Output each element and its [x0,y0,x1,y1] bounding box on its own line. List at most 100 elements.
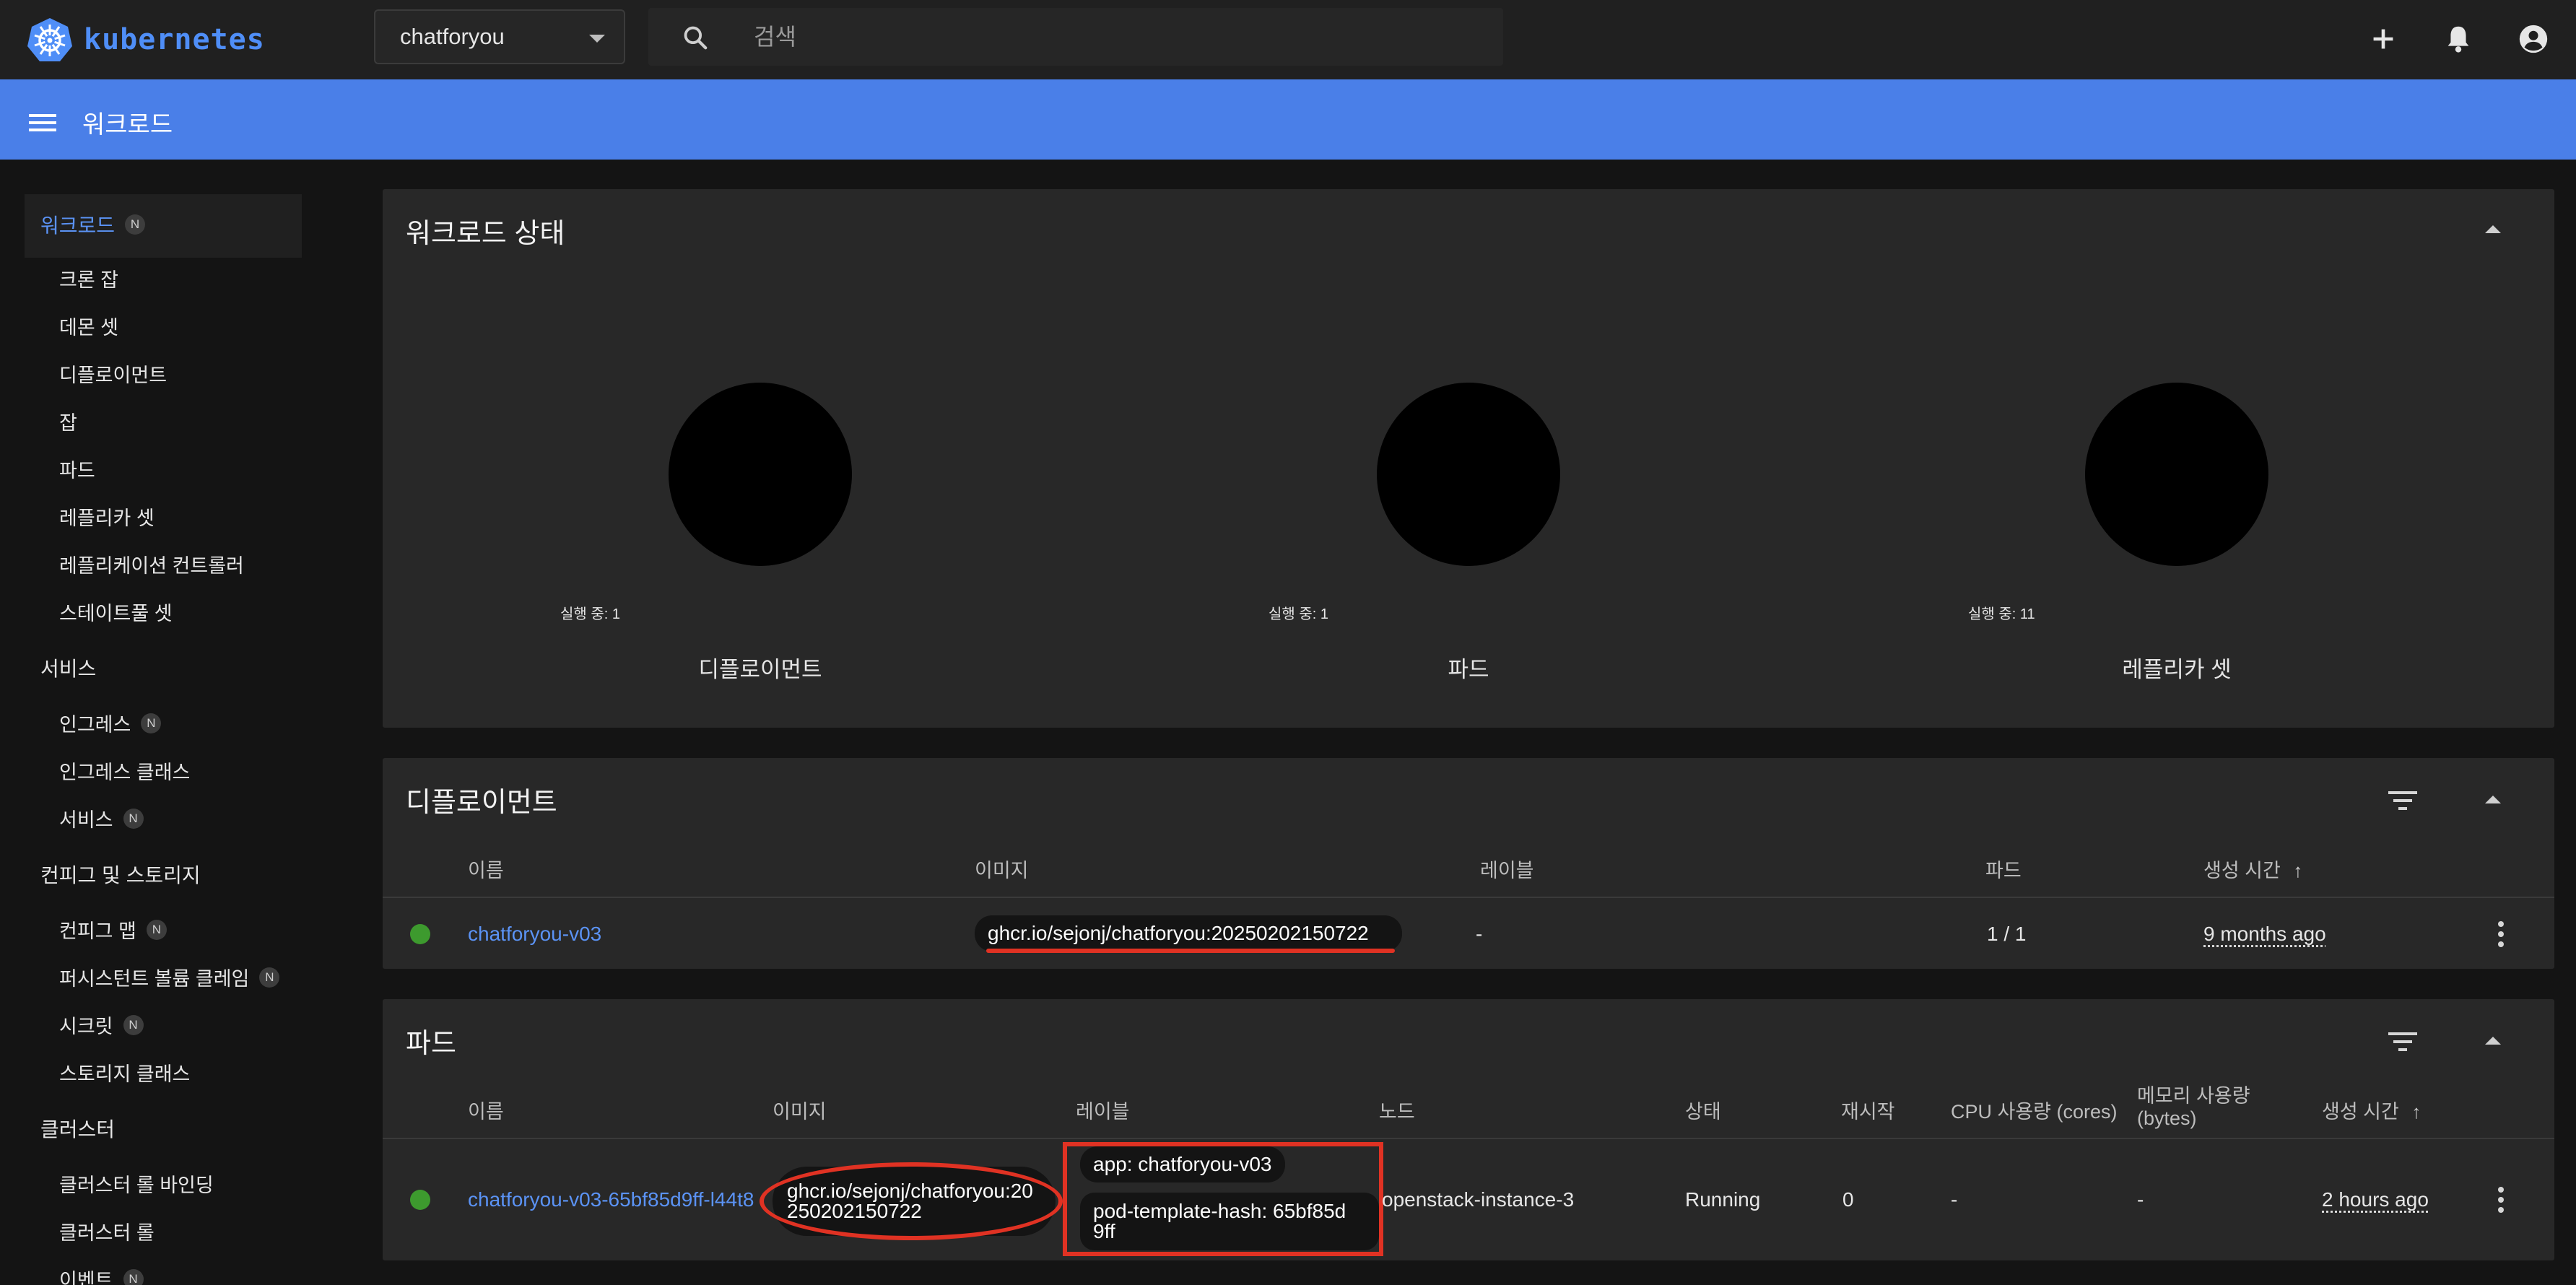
workload-status-card: 워크로드 상태 실행 중: 1 디플로이먼트 실행 중: 1 파드 실행 중: … [383,189,2554,728]
divider [383,897,2554,898]
search-input[interactable] [754,19,1404,54]
status-value: Running [1685,1188,1761,1211]
sidebar-item-label: 인그레스 [59,714,131,736]
arrow-up-icon: ↑ [2411,1101,2421,1123]
column-header-created[interactable]: 생성 시간 ↑ [2203,855,2302,883]
sidebar-item-cluster-role-bindings[interactable]: 클러스터 롤 바인딩 [59,1169,214,1198]
replicasets-pie-chart [2085,383,2268,566]
column-header-created[interactable]: 생성 시간 ↑ [2322,1096,2421,1124]
top-app-bar: kubernetes chatforyou [0,0,2576,79]
sidebar-item-daemonsets[interactable]: 데몬 셋 [59,312,118,340]
status-running-icon [410,1190,430,1210]
new-badge: N [123,1268,144,1285]
divider [383,1138,2554,1139]
search-bar [648,8,1503,66]
sidebar-item-cluster-roles[interactable]: 클러스터 롤 [59,1217,155,1245]
sidebar-section-service[interactable]: 서비스 [40,653,96,682]
labels-value: - [1476,923,1483,945]
pods-card: 파드 이름 이미지 레이블 노드 상태 재시작 CPU 사용량 (cores) … [383,999,2554,1260]
page-header [0,79,2576,160]
sidebar-item-events[interactable]: 이벤트 N [59,1265,144,1285]
sidebar-item-label: 데몬 셋 [59,317,119,339]
kubernetes-logo[interactable]: kubernetes [26,14,265,65]
chevron-up-icon[interactable] [2485,1037,2501,1045]
sidebar-item-label: 시크릿 [59,1016,113,1037]
sidebar-item-pods[interactable]: 파드 [59,455,95,483]
created-time: 9 months ago [2203,923,2326,945]
pods-pie-chart [1377,383,1560,566]
sidebar-item-label: 레플리카 셋 [59,508,155,529]
sidebar-item-deployments[interactable]: 디플로이먼트 [59,360,167,388]
column-header-image[interactable]: 이미지 [773,1096,827,1124]
sidebar-item-jobs[interactable]: 잡 [59,407,77,435]
sidebar-item-storage-classes[interactable]: 스토리지 클래스 [59,1058,190,1086]
sidebar-item-pvcs[interactable]: 퍼시스턴트 볼륨 클레임 N [59,963,280,991]
column-header-name[interactable]: 이름 [468,855,504,883]
annotation-ellipse [760,1162,1063,1240]
sidebar-item-replication-controllers[interactable]: 레플리케이션 컨트롤러 [59,550,244,578]
column-header-restarts[interactable]: 재시작 [1841,1096,1895,1124]
new-badge: N [123,1014,144,1035]
namespace-value: chatforyou [400,24,505,49]
sidebar-item-label: 워크로드 [40,214,116,237]
filter-icon[interactable] [2387,1029,2419,1054]
sidebar-item-cronjobs[interactable]: 크론 잡 [59,264,118,292]
sidebar-item-configmaps[interactable]: 컨피그 맵 N [59,915,167,944]
sidebar-item-replicasets[interactable]: 레플리카 셋 [59,502,155,531]
sidebar-item-secrets[interactable]: 시크릿 N [59,1011,144,1039]
column-header-labels[interactable]: 레이블 [1076,1096,1130,1124]
create-button[interactable] [2364,19,2403,58]
column-header-label: 생성 시간 [2203,860,2281,881]
new-badge: N [125,214,146,235]
sidebar-section-config[interactable]: 컨피그 및 스토리지 [40,860,201,889]
column-header-memory-unit[interactable]: (bytes) [2137,1107,2197,1130]
sidebar-item-label: 레플리케이션 컨트롤러 [59,555,244,577]
more-vert-icon[interactable] [2497,921,2505,950]
column-header-image[interactable]: 이미지 [975,855,1029,883]
sidebar-item-label: 이벤트 [59,1270,113,1285]
more-vert-icon[interactable] [2497,1187,2505,1216]
column-header-labels[interactable]: 레이블 [1480,855,1534,883]
arrow-up-icon: ↑ [2293,860,2303,881]
pods-title: 파드 [406,1029,456,1059]
sidebar-section-cluster[interactable]: 클러스터 [40,1114,115,1143]
sidebar-item-label: 크론 잡 [59,269,119,291]
filter-icon[interactable] [2387,788,2419,813]
pie-legend: 실행 중: 11 [1968,606,2035,622]
sidebar-item-label: 파드 [59,460,95,482]
new-badge: N [259,967,280,988]
sidebar-item-statefulsets[interactable]: 스테이트풀 셋 [59,598,173,626]
cpu-value: - [1951,1188,1958,1211]
column-header-cpu[interactable]: CPU 사용량 (cores) [1951,1096,2118,1124]
sidebar-item-ingress-classes[interactable]: 인그레스 클래스 [59,757,190,785]
new-badge: N [141,713,162,733]
menu-icon[interactable] [26,108,59,137]
column-header-label: 생성 시간 [2322,1101,2399,1123]
column-header-name[interactable]: 이름 [468,1096,504,1124]
app-name: kubernetes [84,23,265,56]
memory-value: - [2137,1188,2144,1211]
pie-legend: 실행 중: 1 [560,606,620,622]
column-header-status[interactable]: 상태 [1685,1096,1721,1124]
chevron-up-icon[interactable] [2485,796,2501,803]
column-header-memory[interactable]: 메모리 사용량 [2137,1080,2250,1108]
sidebar-item-workload[interactable]: 워크로드 N [40,210,146,239]
namespace-select[interactable]: chatforyou [374,9,625,64]
pod-name-link[interactable]: chatforyou-v03-65bf85d9ff-l44t8 [468,1188,762,1211]
search-icon [684,26,708,50]
deployment-name-link[interactable]: chatforyou-v03 [468,923,601,946]
sidebar-item-services[interactable]: 서비스 N [59,804,144,832]
sidebar-item-label: 스테이트풀 셋 [59,603,173,624]
account-button[interactable] [2514,19,2553,58]
notifications-button[interactable] [2439,19,2478,58]
column-header-node[interactable]: 노드 [1379,1096,1415,1124]
column-header-pods[interactable]: 파드 [1985,855,2022,883]
pie-label: 파드 [1448,657,1489,682]
status-running-icon [410,924,430,944]
created-time: 2 hours ago [2322,1188,2429,1211]
chevron-up-icon[interactable] [2485,225,2501,233]
new-badge: N [146,919,167,940]
pie-label: 레플리카 셋 [2122,657,2232,682]
sidebar-item-label: 스토리지 클래스 [59,1063,191,1085]
sidebar-item-ingresses[interactable]: 인그레스 N [59,709,162,737]
